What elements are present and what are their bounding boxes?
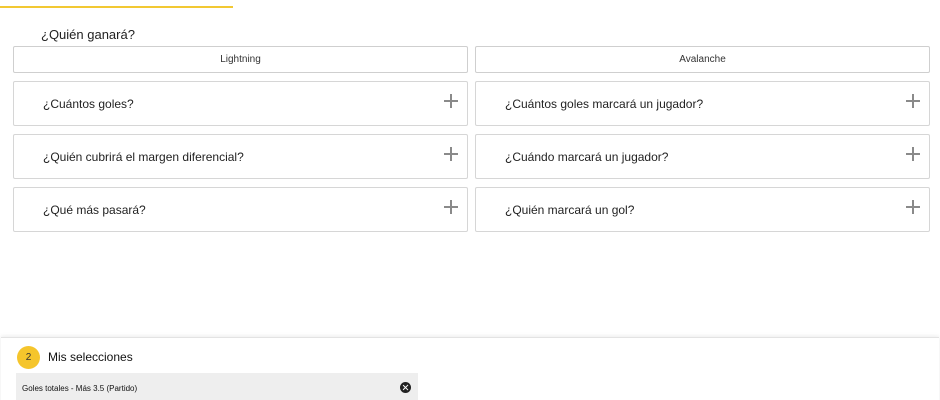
- betslip-title[interactable]: Mis selecciones: [48, 350, 133, 364]
- market-what-else[interactable]: ¿Qué más pasará?: [13, 187, 468, 232]
- selection-text: Goles totales - Más 3.5 (Partido): [22, 384, 138, 393]
- betslip-panel: 2 Mis selecciones Goles totales - Más 3.…: [1, 337, 939, 400]
- team-button-avalanche[interactable]: Avalanche: [475, 46, 930, 73]
- market-handicap[interactable]: ¿Quién cubrirá el margen diferencial?: [13, 134, 468, 179]
- betslip-selection-item: Goles totales - Más 3.5 (Partido): [16, 373, 418, 400]
- market-goalscorer[interactable]: ¿Quién marcará un gol?: [475, 187, 930, 232]
- team-button-lightning[interactable]: Lightning: [13, 46, 468, 73]
- market-when-player-scores[interactable]: ¿Cuándo marcará un jugador?: [475, 134, 930, 179]
- active-tab-indicator: [0, 6, 233, 8]
- market-player-goals[interactable]: ¿Cuántos goles marcará un jugador?: [475, 81, 930, 126]
- market-label: ¿Cuándo marcará un jugador?: [505, 149, 669, 164]
- plus-icon[interactable]: [444, 200, 458, 214]
- plus-icon[interactable]: [444, 94, 458, 108]
- market-label: ¿Cuántos goles?: [43, 96, 134, 111]
- close-circle-icon[interactable]: [400, 382, 411, 393]
- plus-icon[interactable]: [906, 200, 920, 214]
- market-total-goals[interactable]: ¿Cuántos goles?: [13, 81, 468, 126]
- plus-icon[interactable]: [444, 147, 458, 161]
- winner-question: ¿Quién ganará?: [41, 27, 135, 42]
- plus-icon[interactable]: [906, 147, 920, 161]
- market-label: ¿Cuántos goles marcará un jugador?: [505, 96, 704, 111]
- selection-count-badge: 2: [17, 346, 40, 369]
- plus-icon[interactable]: [906, 94, 920, 108]
- market-label: ¿Qué más pasará?: [43, 202, 146, 217]
- market-label: ¿Quién marcará un gol?: [505, 202, 635, 217]
- market-label: ¿Quién cubrirá el margen diferencial?: [43, 149, 244, 164]
